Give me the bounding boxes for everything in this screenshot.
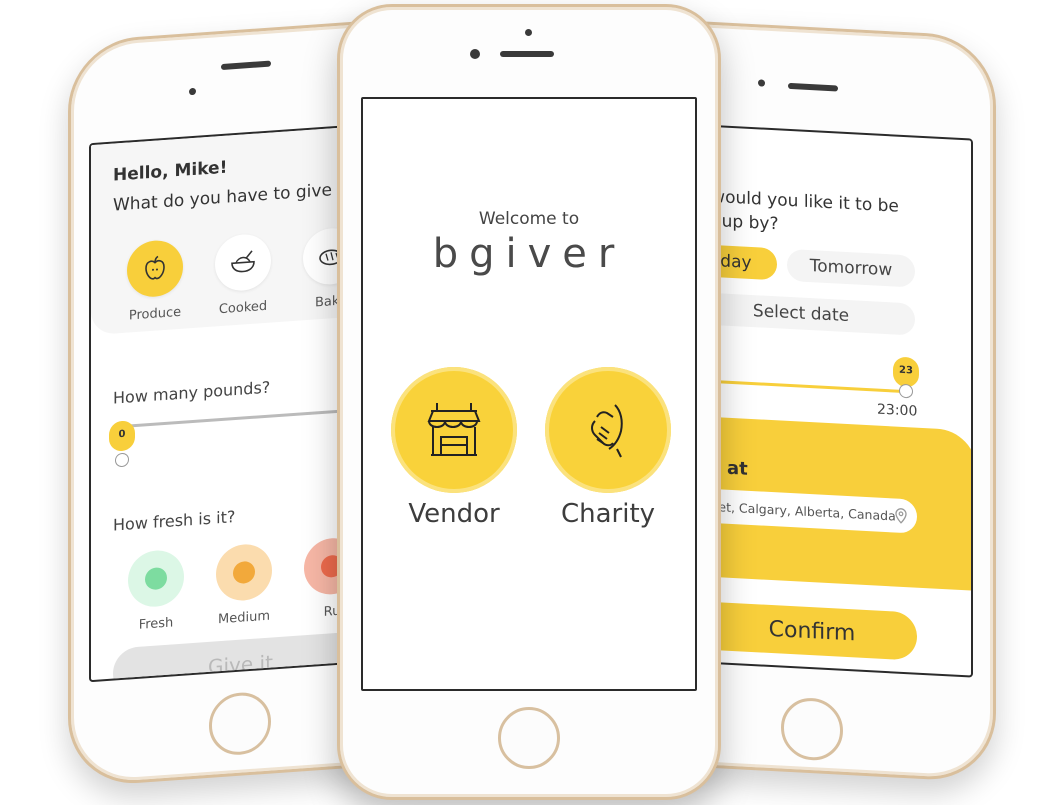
freshness-label: Fresh xyxy=(138,615,174,633)
camera-lens xyxy=(470,49,480,59)
location-pin-icon xyxy=(895,508,907,528)
pounds-slider-thumb[interactable] xyxy=(115,452,129,468)
earpiece-speaker xyxy=(221,60,271,71)
right-screen: n would you like it to be ed up by? Toda… xyxy=(685,123,973,678)
middle-phone-mockup: Welcome to bgiver Vendor Charity xyxy=(337,4,721,800)
home-button xyxy=(209,690,271,757)
charity-label: Charity xyxy=(560,499,656,529)
category-produce[interactable]: Produce xyxy=(125,238,185,324)
earpiece-speaker xyxy=(500,51,554,57)
fresh-option-fresh[interactable]: Fresh xyxy=(121,548,191,634)
medium-circle-icon xyxy=(216,542,272,603)
welcome-screen: Welcome to bgiver Vendor Charity xyxy=(361,97,697,691)
home-button xyxy=(781,696,843,762)
select-date-button[interactable]: Select date xyxy=(687,291,915,336)
pounds-question: How many pounds? xyxy=(113,377,271,408)
time-slider-thumb[interactable] xyxy=(899,383,913,399)
fresh-question: How fresh is it? xyxy=(113,507,236,535)
bowl-icon xyxy=(215,232,271,293)
apple-icon xyxy=(127,238,183,299)
address-text: Street, Calgary, Alberta, Canada xyxy=(693,497,896,524)
charity-option[interactable]: Charity xyxy=(543,367,673,529)
front-camera xyxy=(189,87,196,96)
earpiece-speaker xyxy=(788,82,838,92)
fresh-option-medium[interactable]: Medium xyxy=(209,542,279,628)
category-cooked[interactable]: Cooked xyxy=(213,232,273,317)
handshake-icon xyxy=(545,367,671,493)
vendor-option[interactable]: Vendor xyxy=(389,367,519,529)
pickup-time-question: n would you like it to be ed up by? xyxy=(695,184,899,243)
front-camera xyxy=(525,29,532,36)
app-logo: bgiver xyxy=(432,231,626,277)
front-camera xyxy=(758,79,765,87)
welcome-text: Welcome to xyxy=(478,209,580,229)
storefront-icon xyxy=(391,367,517,493)
vendor-label: Vendor xyxy=(408,499,500,529)
freshness-label: Medium xyxy=(218,608,270,628)
tomorrow-button[interactable]: Tomorrow xyxy=(787,248,915,288)
hour-value-bubble: 23 xyxy=(893,356,919,388)
time-label: 23:00 xyxy=(877,401,918,420)
pounds-value-bubble: 0 xyxy=(109,420,135,452)
fresh-circle-icon xyxy=(128,548,184,609)
home-button xyxy=(498,707,560,769)
